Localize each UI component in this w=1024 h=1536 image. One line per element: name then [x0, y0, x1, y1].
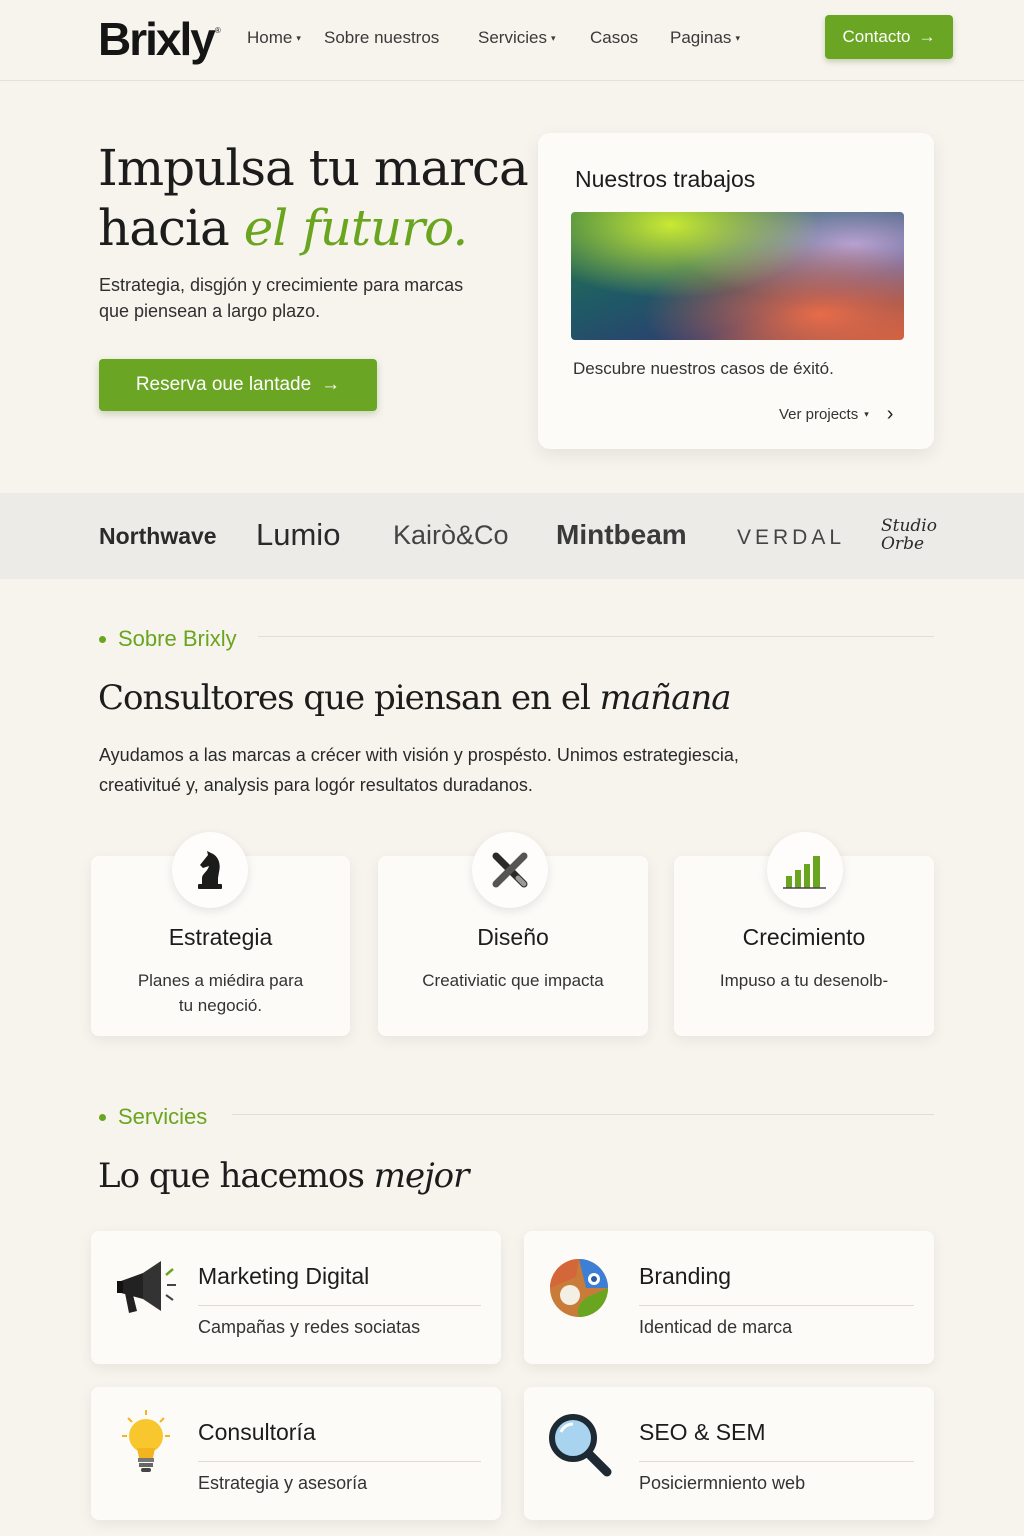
divider [258, 636, 934, 637]
brand-logo-mintbeam: Mintbeam [556, 519, 687, 550]
feature-icon-circle [472, 832, 548, 908]
nav-item-casos[interactable]: Casos [590, 28, 638, 48]
palette-icon [544, 1253, 614, 1323]
divider [198, 1305, 481, 1306]
bullet-dot [99, 1113, 106, 1121]
feature-icon-circle [767, 832, 843, 908]
hero-subtitle: Estrategia, disgjón y crecimiente para m… [99, 275, 464, 321]
pencil-cross-icon [492, 852, 528, 888]
service-card-seo[interactable]: SEO & SEM Posiciermniento web [524, 1387, 934, 1520]
services-heading: Lo que hacemos mejor [98, 1156, 469, 1196]
magnifier-icon [544, 1409, 614, 1479]
hero-title: Impulsa tu marca hacia el futuro. [98, 139, 529, 257]
service-title: Marketing Digital [198, 1263, 370, 1289]
brand-logo-lumio: Lumio [256, 517, 341, 552]
service-title: SEO & SEM [639, 1419, 766, 1445]
chevron-down-icon: ▾ [735, 33, 740, 43]
brand-logo[interactable]: Brixly® [98, 12, 221, 66]
chevron-down-icon: ▾ [550, 33, 556, 43]
nav-item-sobre-nuestros[interactable]: Sobre nuestros [324, 28, 439, 48]
chess-knight-icon [198, 851, 222, 889]
hero-cta-button[interactable]: Reserva oue lantade → [99, 359, 377, 411]
nav-item-paginas[interactable]: Paginas ▾ [670, 28, 740, 48]
lightbulb-icon [111, 1409, 181, 1479]
nav-item-servicies[interactable]: Servicies ▾ [478, 28, 556, 48]
top-navigation: Brixly® Home ▾ Sobre nuestros Servicies ▾ … [0, 0, 1024, 81]
divider [198, 1461, 481, 1462]
arrow-right-icon: → [321, 374, 341, 395]
brand-logo-studio-orbe: Studio Orbe [881, 516, 937, 554]
divider [232, 1114, 934, 1115]
arrow-right-icon: → [918, 27, 936, 46]
service-card-consultoria[interactable]: Consultoría Estrategia y asesoría [91, 1387, 501, 1520]
megaphone-icon [111, 1253, 181, 1323]
brand-logo-kairo: Kairò&Co [393, 520, 509, 550]
brand-logo-verdal: VERDAL [737, 526, 846, 549]
chevron-down-icon: ▾ [296, 33, 301, 43]
work-card: Nuestros trabajos Descubre nuestros caso… [538, 133, 934, 449]
feature-card-estrategia[interactable]: Estrategia Planes a miédira para tu nego… [91, 832, 350, 1036]
about-heading: Consultores que piensan en el mañana [98, 678, 732, 718]
bar-chart-icon [783, 856, 826, 889]
service-title: Branding [639, 1263, 732, 1289]
feature-icon-circle [172, 832, 248, 908]
section-label-services: Servicies [99, 1104, 207, 1130]
chevron-right-icon: › [886, 403, 894, 425]
service-card-marketing[interactable]: Marketing Digital Campañas y redes socia… [91, 1231, 501, 1364]
feature-title: Diseño [477, 924, 549, 950]
view-projects-link[interactable]: Ver projects ▾ › [779, 403, 893, 426]
chevron-down-icon: ▾ [864, 409, 869, 419]
feature-title: Crecimiento [742, 924, 866, 950]
contact-button[interactable]: Contacto → [825, 15, 953, 59]
service-description: Posiciermniento web [639, 1473, 806, 1493]
feature-description: Creativiatic que impacta [422, 971, 604, 990]
divider [639, 1305, 914, 1306]
service-title: Consultoría [198, 1419, 316, 1445]
nav-item-home[interactable]: Home ▾ [247, 28, 301, 48]
feature-title: Estrategia [168, 924, 273, 950]
service-card-branding[interactable]: Branding Identicad de marca [524, 1231, 934, 1364]
work-card-description: Descubre nuestros casos de éxitó. [573, 359, 834, 378]
service-description: Estrategia y asesoría [198, 1473, 368, 1493]
service-description: Campañas y redes sociatas [198, 1317, 421, 1337]
brand-logo-northwave: Northwave [99, 523, 217, 549]
feature-card-crecimiento[interactable]: Crecimiento Impuso a tu desenolb- [674, 832, 934, 1036]
service-description: Identicad de marca [639, 1317, 793, 1337]
work-card-title: Nuestros trabajos [575, 166, 756, 192]
client-logos-strip: Northwave Lumio Kairò&Co Mintbeam VERDAL… [0, 493, 1024, 579]
work-card-image[interactable] [571, 212, 904, 340]
about-text: Ayudamos a las marcas a crécer with visi… [99, 745, 739, 795]
feature-description: Impuso a tu desenolb- [719, 971, 889, 990]
divider [639, 1461, 914, 1462]
feature-card-diseno[interactable]: Diseño Creativiatic que impacta [378, 832, 648, 1036]
section-label-about: Sobre Brixly [99, 626, 237, 652]
feature-description: Planes a miédira para tu negoció. [137, 971, 304, 1015]
bullet-dot [99, 635, 106, 643]
